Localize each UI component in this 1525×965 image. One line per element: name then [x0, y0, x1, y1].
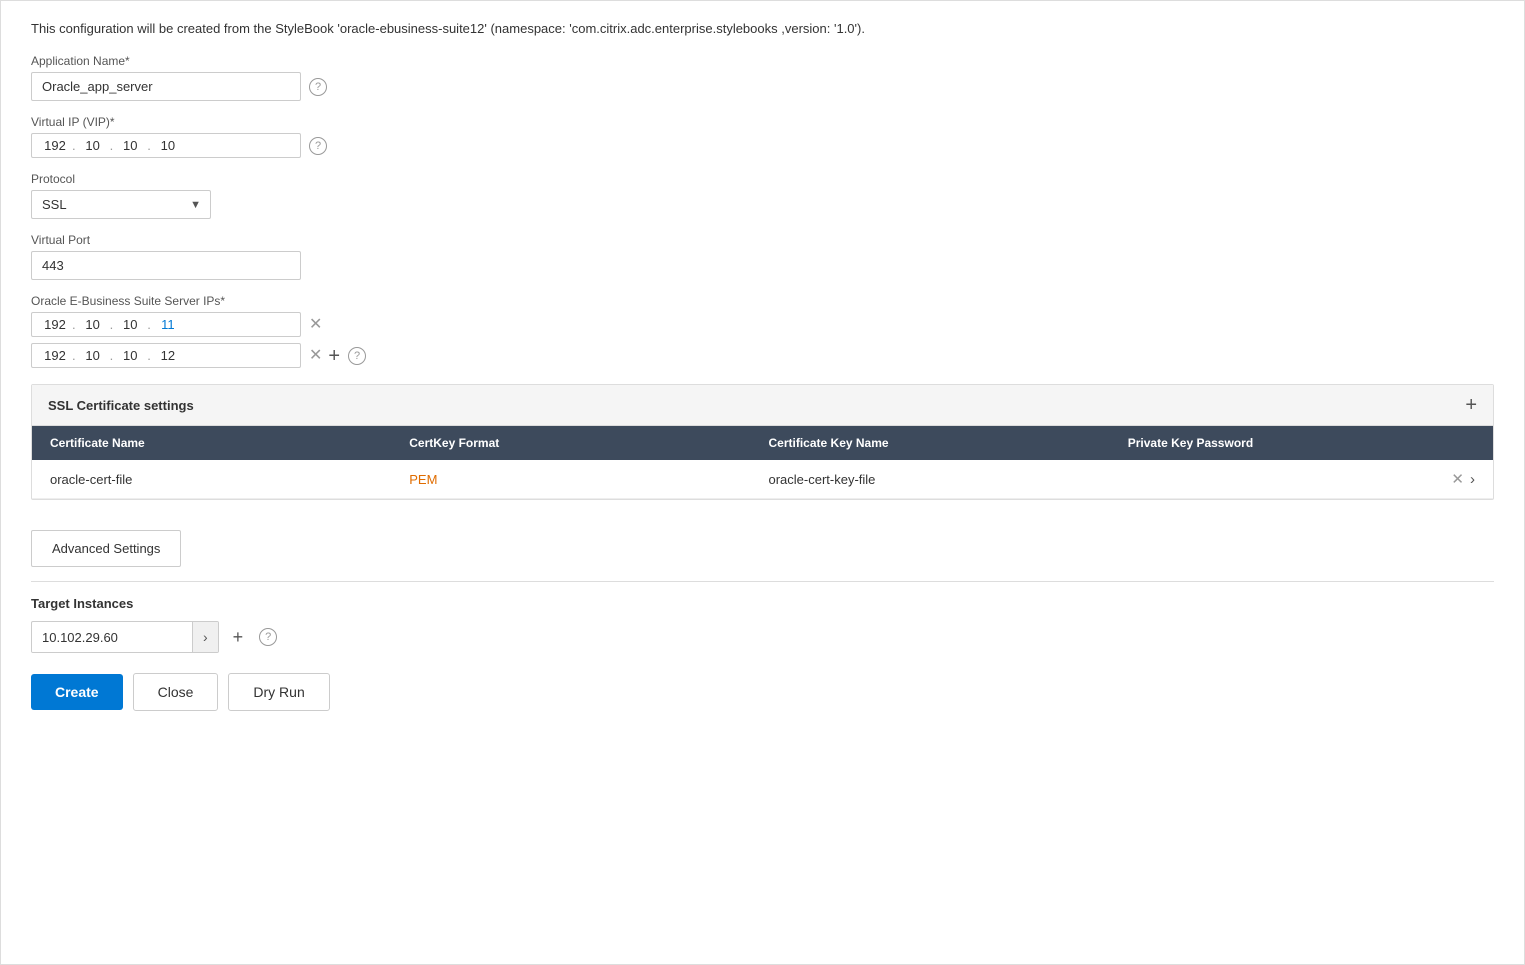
- ssl-section-title: SSL Certificate settings: [48, 398, 194, 413]
- server-ip2-remove-button[interactable]: ✕: [309, 348, 322, 364]
- target-instances-section: Target Instances › + ?: [31, 581, 1494, 653]
- bottom-bar: Create Close Dry Run: [31, 673, 1494, 711]
- virtual-port-input[interactable]: [31, 251, 301, 280]
- target-add-button[interactable]: +: [233, 628, 244, 646]
- server-ips-label: Oracle E-Business Suite Server IPs*: [31, 294, 1494, 308]
- advanced-settings-button[interactable]: Advanced Settings: [31, 530, 181, 567]
- ssl-table-header: Certificate Name CertKey Format Certific…: [32, 426, 1493, 460]
- target-ip-input[interactable]: [32, 623, 192, 652]
- vip-octet1[interactable]: [40, 138, 70, 153]
- server-ip1-octet4[interactable]: [153, 317, 183, 332]
- protocol-label: Protocol: [31, 172, 1494, 186]
- col-certkey-format: CertKey Format: [403, 434, 762, 452]
- server-ip1-field: . . .: [31, 312, 301, 337]
- cert-name-cell: oracle-cert-file: [44, 472, 403, 487]
- app-name-label: Application Name*: [31, 54, 1494, 68]
- close-button[interactable]: Close: [133, 673, 219, 711]
- protocol-row: SSL HTTP HTTPS TCP ▼: [31, 190, 1494, 219]
- server-ip1-octet1[interactable]: [40, 317, 70, 332]
- vip-help-icon[interactable]: ?: [309, 137, 327, 155]
- server-ip2-octet4[interactable]: [153, 348, 183, 363]
- ssl-add-button[interactable]: +: [1465, 395, 1477, 415]
- certkey-format-cell: PEM: [403, 472, 762, 487]
- vip-octet2[interactable]: [78, 138, 108, 153]
- server-ip2-field: . . .: [31, 343, 301, 368]
- vip-octet3[interactable]: [115, 138, 145, 153]
- target-instances-title: Target Instances: [31, 596, 1494, 611]
- server-ip2-octet1[interactable]: [40, 348, 70, 363]
- ssl-row-remove-button[interactable]: ✕: [1451, 470, 1464, 488]
- private-key-cell: ✕ ›: [1122, 470, 1481, 488]
- target-input-wrap: ›: [31, 621, 219, 653]
- virtual-port-row: [31, 251, 1494, 280]
- ssl-certificate-section: SSL Certificate settings + Certificate N…: [31, 384, 1494, 500]
- target-help-icon[interactable]: ?: [259, 628, 277, 646]
- target-chevron-button[interactable]: ›: [192, 622, 218, 652]
- page-wrapper: This configuration will be created from …: [0, 0, 1525, 965]
- create-button[interactable]: Create: [31, 674, 123, 710]
- dry-run-button[interactable]: Dry Run: [228, 673, 329, 711]
- server-ip2-octet3[interactable]: [115, 348, 145, 363]
- app-name-row: ?: [31, 72, 1494, 101]
- vip-ip-field: . . .: [31, 133, 301, 158]
- server-ip-entry-1: . . . ✕ . . . ✕ + ?: [31, 312, 1494, 368]
- ssl-section-header: SSL Certificate settings +: [32, 385, 1493, 426]
- vip-octet4[interactable]: [153, 138, 183, 153]
- server-ips-help-icon[interactable]: ?: [348, 347, 366, 365]
- server-ip1-remove-button[interactable]: ✕: [309, 317, 322, 333]
- protocol-select[interactable]: SSL HTTP HTTPS TCP: [31, 190, 211, 219]
- target-row: › + ?: [31, 621, 1494, 653]
- app-name-help-icon[interactable]: ?: [309, 78, 327, 96]
- protocol-select-wrap: SSL HTTP HTTPS TCP ▼: [31, 190, 211, 219]
- ssl-row-expand-button[interactable]: ›: [1470, 471, 1475, 488]
- cert-key-name-cell: oracle-cert-key-file: [763, 472, 1122, 487]
- server-ip1-octet2[interactable]: [78, 317, 108, 332]
- vip-row: . . . ?: [31, 133, 1494, 158]
- ssl-table-row: oracle-cert-file PEM oracle-cert-key-fil…: [32, 460, 1493, 499]
- virtual-port-label: Virtual Port: [31, 233, 1494, 247]
- col-cert-key-name: Certificate Key Name: [763, 434, 1122, 452]
- info-text: This configuration will be created from …: [31, 21, 1494, 36]
- col-private-key-password: Private Key Password: [1122, 434, 1481, 452]
- server-ip1-octet3[interactable]: [115, 317, 145, 332]
- advanced-settings-wrapper: Advanced Settings: [31, 516, 1494, 581]
- server-ip2-octet2[interactable]: [78, 348, 108, 363]
- vip-label: Virtual IP (VIP)*: [31, 115, 1494, 129]
- server-ip-add-button[interactable]: +: [328, 346, 340, 366]
- col-cert-name: Certificate Name: [44, 434, 403, 452]
- app-name-input[interactable]: [31, 72, 301, 101]
